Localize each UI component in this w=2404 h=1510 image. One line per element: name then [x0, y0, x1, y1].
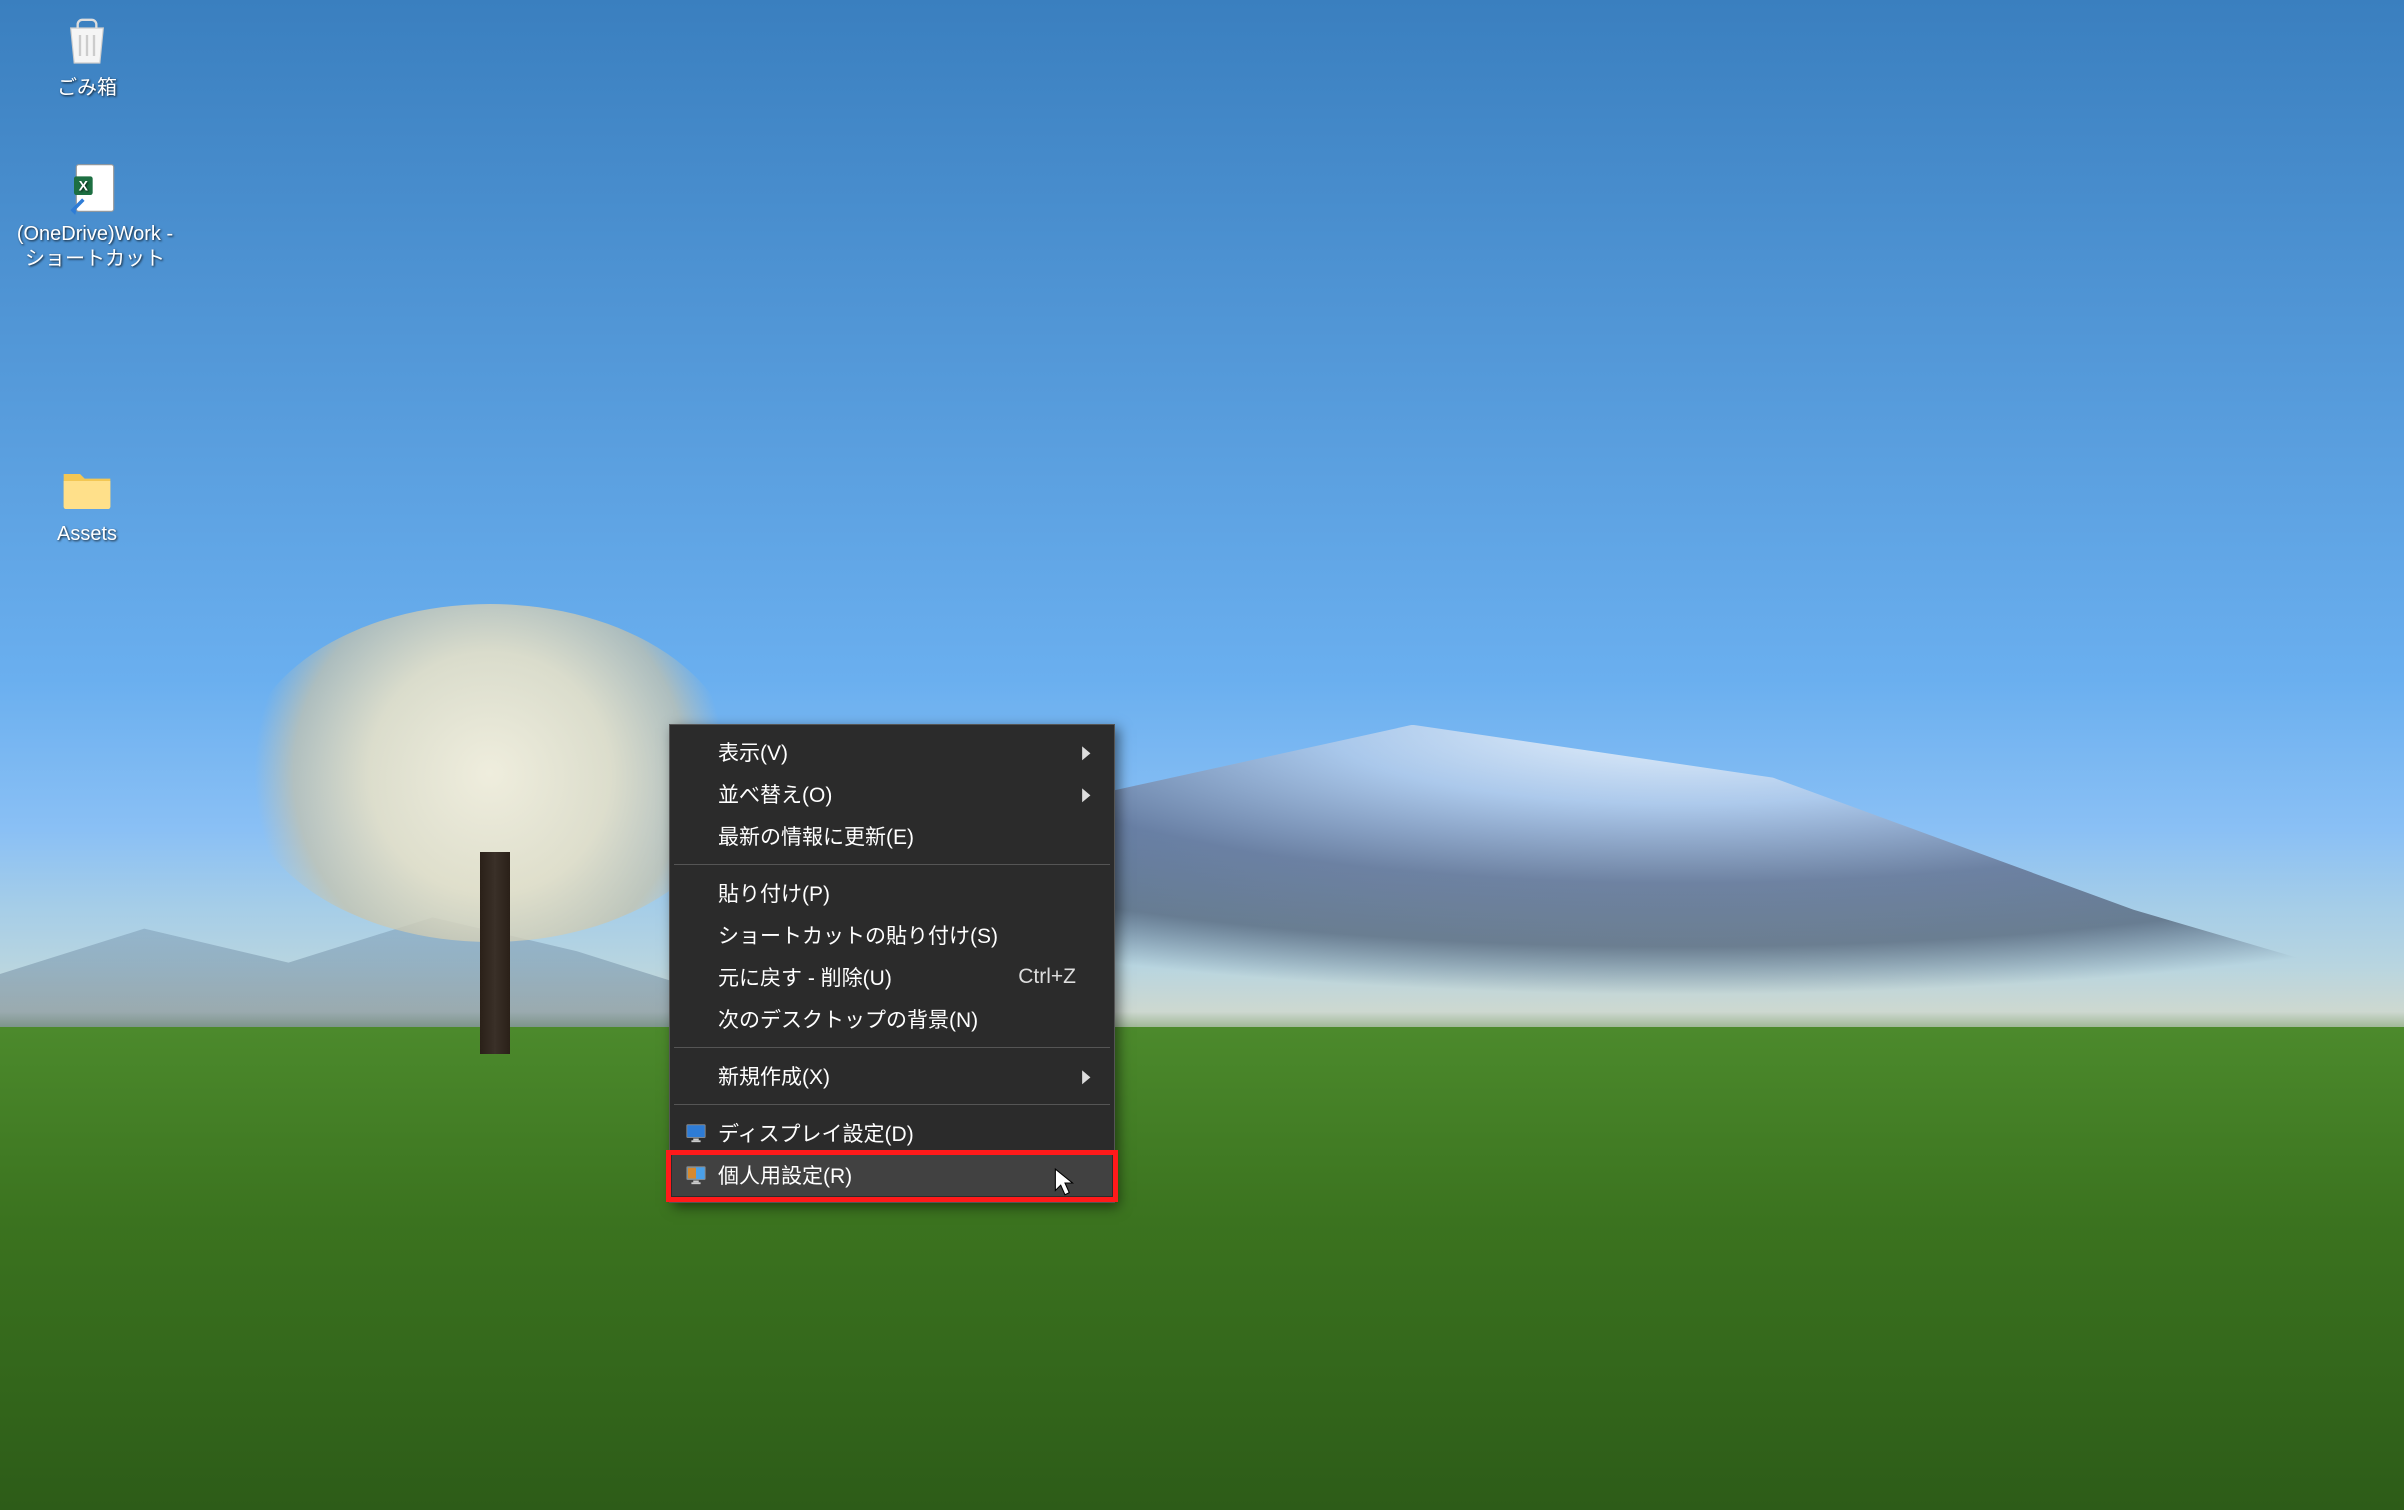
- monitor-blue-icon: [682, 1119, 710, 1147]
- recycle-bin-icon: [59, 14, 115, 70]
- blank-icon: [682, 921, 710, 949]
- menu-item-view[interactable]: 表示(V)▶: [672, 731, 1112, 773]
- menu-item-label: 貼り付け(P): [718, 878, 1076, 908]
- menu-item-label: ディスプレイ設定(D): [718, 1118, 1076, 1148]
- blank-icon: [682, 738, 710, 766]
- blank-icon: [682, 780, 710, 808]
- menu-item-label: 最新の情報に更新(E): [718, 821, 1076, 851]
- menu-item-new[interactable]: 新規作成(X)▶: [672, 1055, 1112, 1097]
- chevron-right-icon: ▶: [1080, 742, 1091, 763]
- blank-icon: [682, 822, 710, 850]
- desktop-context-menu: 表示(V)▶並べ替え(O)▶最新の情報に更新(E)貼り付け(P)ショートカットの…: [669, 724, 1115, 1203]
- excel-shortcut-icon: X: [67, 160, 123, 216]
- menu-item-paste_shortcut[interactable]: ショートカットの貼り付け(S): [672, 914, 1112, 956]
- menu-separator: [674, 864, 1110, 865]
- menu-item-shortcut: Ctrl+Z: [1018, 965, 1076, 989]
- menu-item-label: ショートカットの貼り付け(S): [718, 920, 1076, 950]
- desktop-icon-onedrive-work[interactable]: X (OneDrive)Work - ショートカット: [5, 160, 185, 272]
- menu-item-undo_delete[interactable]: 元に戻す - 削除(U) Ctrl+Z: [672, 956, 1112, 998]
- menu-separator: [674, 1047, 1110, 1048]
- desktop[interactable]: ごみ箱 X (OneDrive)Work - ショートカット Assets 表示…: [0, 0, 2404, 1510]
- menu-item-personalize[interactable]: 個人用設定(R): [672, 1154, 1112, 1196]
- menu-item-next_bg[interactable]: 次のデスクトップの背景(N): [672, 998, 1112, 1040]
- menu-item-label: 次のデスクトップの背景(N): [718, 1004, 1076, 1034]
- menu-item-label: 新規作成(X): [718, 1061, 1076, 1091]
- blank-icon: [682, 1005, 710, 1033]
- menu-item-refresh[interactable]: 最新の情報に更新(E): [672, 815, 1112, 857]
- folder-icon: [59, 460, 115, 516]
- desktop-icon-label: ごみ箱: [22, 76, 152, 101]
- menu-item-label: 個人用設定(R): [718, 1160, 1076, 1190]
- wallpaper-grass: [0, 1027, 2404, 1510]
- desktop-icon-recycle-bin[interactable]: ごみ箱: [22, 14, 152, 101]
- blank-icon: [682, 963, 710, 991]
- menu-item-label: 表示(V): [718, 737, 1076, 767]
- chevron-right-icon: ▶: [1080, 1066, 1091, 1087]
- svg-text:X: X: [79, 177, 89, 193]
- menu-item-label: 元に戻す - 削除(U): [718, 962, 988, 992]
- menu-item-label: 並べ替え(O): [718, 779, 1076, 809]
- desktop-icon-assets[interactable]: Assets: [22, 460, 152, 547]
- blank-icon: [682, 879, 710, 907]
- menu-item-paste[interactable]: 貼り付け(P): [672, 872, 1112, 914]
- desktop-icon-label: (OneDrive)Work - ショートカット: [5, 222, 185, 272]
- blank-icon: [682, 1062, 710, 1090]
- menu-separator: [674, 1104, 1110, 1105]
- desktop-icon-label: Assets: [22, 522, 152, 547]
- chevron-right-icon: ▶: [1080, 784, 1091, 805]
- menu-item-display[interactable]: ディスプレイ設定(D): [672, 1112, 1112, 1154]
- monitor-orange-icon: [682, 1161, 710, 1189]
- wallpaper-tree: [240, 604, 740, 1054]
- menu-item-sort[interactable]: 並べ替え(O)▶: [672, 773, 1112, 815]
